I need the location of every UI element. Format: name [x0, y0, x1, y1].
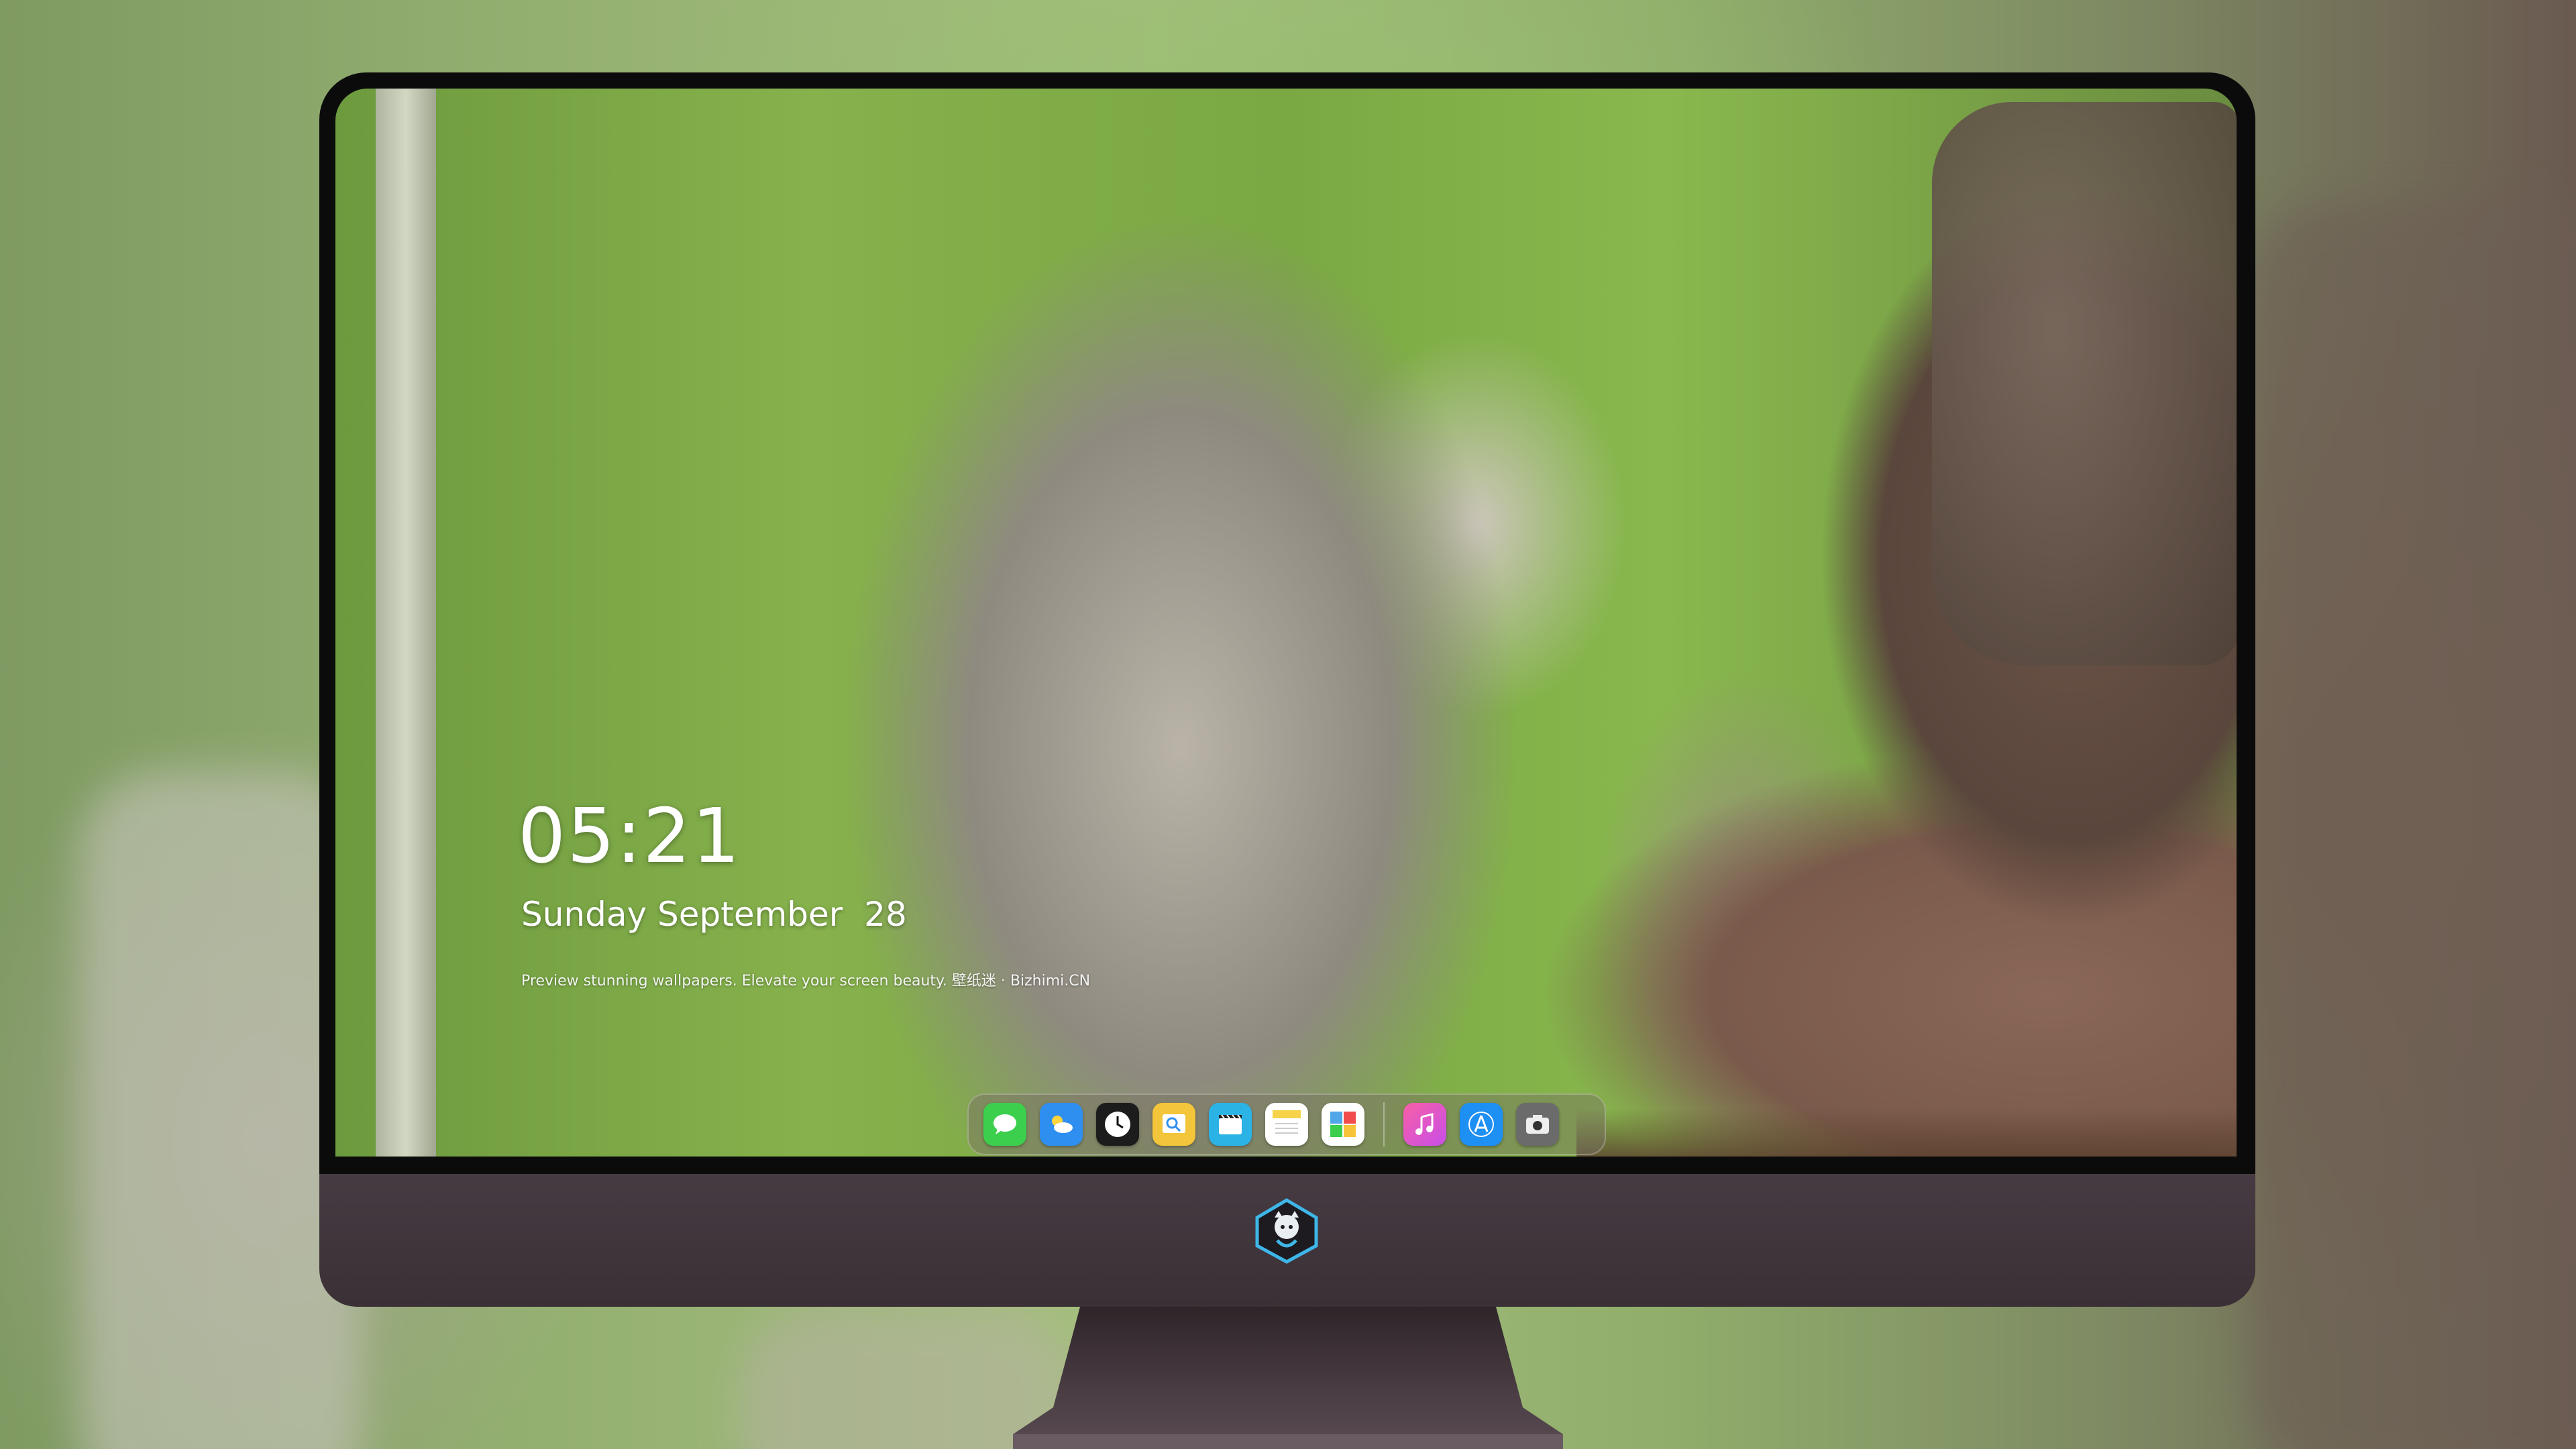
- clips-icon[interactable]: [1209, 1103, 1252, 1146]
- preview-icon[interactable]: [1152, 1103, 1195, 1146]
- photo-booth-icon[interactable]: [1322, 1103, 1364, 1146]
- notes-icon[interactable]: [1265, 1103, 1308, 1146]
- wallpaper-birch-tree: [376, 89, 436, 1157]
- dock: [967, 1093, 1606, 1155]
- dock-separator: [1383, 1102, 1385, 1146]
- messages-icon[interactable]: [983, 1103, 1026, 1146]
- lock-screen-date: Sunday September 28: [521, 895, 907, 934]
- clock-icon[interactable]: [1096, 1103, 1139, 1146]
- wallpaper-tagline: Preview stunning wallpapers. Elevate you…: [521, 973, 1091, 989]
- app-store-icon[interactable]: [1460, 1103, 1503, 1146]
- monitor-logo-icon: [1253, 1197, 1320, 1265]
- lock-screen[interactable]: 05:21 Sunday September 28 Preview stunni…: [335, 89, 2237, 1157]
- weather-icon[interactable]: [1040, 1103, 1083, 1146]
- monitor: 05:21 Sunday September 28 Preview stunni…: [319, 72, 2255, 1307]
- wallpaper-ground: [1576, 1108, 2237, 1157]
- monitor-chin: [319, 1174, 2255, 1307]
- lock-screen-clock: 05:21: [518, 793, 741, 880]
- monitor-stand: [1013, 1307, 1563, 1449]
- music-icon[interactable]: [1403, 1103, 1446, 1146]
- wallpaper-rock: [1932, 102, 2237, 665]
- camera-icon[interactable]: [1516, 1103, 1559, 1146]
